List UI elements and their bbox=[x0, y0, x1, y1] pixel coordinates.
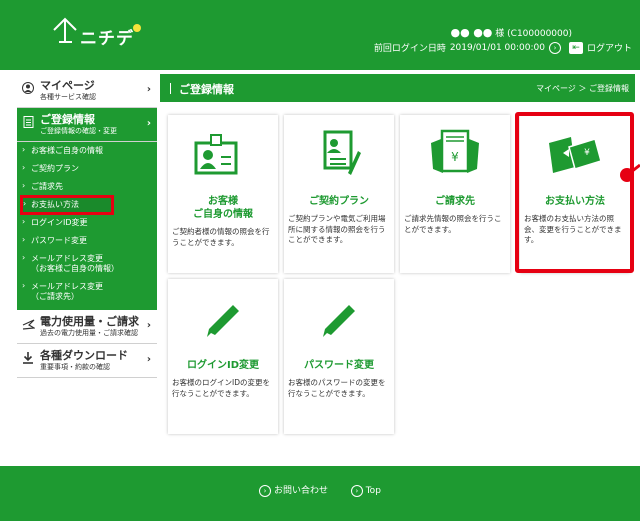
customer-id: (C100000000) bbox=[507, 29, 572, 39]
logout-icon[interactable]: ⇤ bbox=[568, 41, 583, 54]
lightning-icon bbox=[21, 317, 35, 331]
sidebar-item-password[interactable]: パスワード変更 bbox=[17, 232, 157, 250]
chevron-right-icon: › bbox=[146, 354, 151, 365]
svg-text:¥: ¥ bbox=[451, 150, 459, 164]
sidebar-usage-title: 電力使用量・ご請求 bbox=[40, 315, 139, 328]
sidebar-item-login-id[interactable]: ログインID変更 bbox=[17, 214, 157, 232]
logo-dot-icon bbox=[133, 24, 141, 32]
contract-document-icon bbox=[284, 115, 394, 195]
sidebar-registration-title: ご登録情報 bbox=[40, 113, 95, 126]
invoice-icon: ¥ bbox=[400, 115, 510, 195]
sidebar-registration-sub: ご登録情報の確認・変更 bbox=[40, 127, 117, 135]
card-description: ご請求先情報の照会を行うことができます。 bbox=[404, 214, 502, 234]
pencil-icon bbox=[168, 279, 278, 359]
house-logo-icon bbox=[53, 17, 77, 43]
sidebar-submenu: お客様ご自身の情報 ご契約プラン ご請求先 お支払い方法 ログインID変更 パス… bbox=[17, 142, 157, 310]
logout-button[interactable]: ログアウト bbox=[587, 41, 632, 54]
document-icon bbox=[21, 115, 35, 129]
card-description: お客様のログインIDの変更を行なうことができます。 bbox=[172, 378, 270, 398]
sidebar-item-usage[interactable]: 電力使用量・ご請求 過去の電力使用量・ご請求確認 › bbox=[17, 310, 157, 344]
last-login-time: 2019/01/01 00:00:00 bbox=[449, 42, 545, 53]
footer-contact-label: お問い合わせ bbox=[273, 486, 328, 496]
card-title: ご請求先 bbox=[435, 196, 475, 207]
card-description: ご契約者様の情報の照会を行うことができます。 bbox=[172, 227, 270, 247]
card-login-id-change[interactable]: ログインID変更 お客様のログインIDの変更を行なうことができます。 bbox=[168, 279, 278, 434]
footer: › お問い合わせ › Top bbox=[0, 466, 640, 521]
sidebar-download-title: 各種ダウンロード bbox=[40, 349, 128, 362]
footer-link-top[interactable]: › Top bbox=[350, 485, 381, 497]
sidebar-item-mypage[interactable]: マイページ 各種サービス確認 › bbox=[17, 74, 157, 108]
page-title-bar: ご登録情報 マイページ ＞ ご登録情報 bbox=[160, 74, 635, 102]
chevron-right-icon: › bbox=[350, 485, 363, 497]
user-name: ●● ●● bbox=[450, 26, 493, 39]
user-suffix: 様 bbox=[495, 29, 505, 39]
chevron-right-icon: › bbox=[259, 485, 272, 497]
breadcrumb[interactable]: マイページ ＞ ご登録情報 bbox=[536, 83, 629, 94]
header: ニチデ ●● ●● 様 (C100000000) 前回ログイン日時 2019/0… bbox=[0, 0, 640, 70]
sidebar-item-email-customer[interactable]: メールアドレス変更 （お客様ご自身の情報） bbox=[17, 250, 157, 278]
chevron-right-icon[interactable]: › bbox=[548, 41, 561, 54]
card-title: お客様 ご自身の情報 bbox=[193, 196, 253, 220]
card-customer-info[interactable]: お客様 ご自身の情報 ご契約者様の情報の照会を行うことができます。 bbox=[168, 115, 278, 273]
sidebar-item-download[interactable]: 各種ダウンロード 重要事項・約款の確認 › bbox=[17, 344, 157, 378]
last-login: 前回ログイン日時 2019/01/01 00:00:00 › ⇤ ログアウト bbox=[374, 41, 632, 54]
chevron-right-icon: › bbox=[146, 84, 151, 95]
card-title: ログインID変更 bbox=[186, 360, 260, 371]
pencil-icon bbox=[284, 279, 394, 359]
sidebar-mypage-sub: 各種サービス確認 bbox=[40, 93, 96, 101]
chevron-right-icon: › bbox=[146, 320, 151, 331]
sidebar-item-payment-method[interactable]: お支払い方法 bbox=[20, 195, 114, 215]
chevron-right-icon: › bbox=[146, 118, 151, 129]
sidebar-mypage-title: マイページ bbox=[40, 79, 95, 92]
sidebar-download-sub: 重要事項・約款の確認 bbox=[40, 363, 110, 371]
sidebar-item-contract-plan[interactable]: ご契約プラン bbox=[17, 160, 157, 178]
last-login-label: 前回ログイン日時 bbox=[373, 44, 446, 54]
footer-link-contact[interactable]: › お問い合わせ bbox=[259, 485, 331, 497]
sidebar-item-billing[interactable]: ご請求先 bbox=[17, 178, 157, 196]
card-title: ご契約プラン bbox=[309, 196, 369, 207]
sidebar-item-email-billing[interactable]: メールアドレス変更 （ご請求先） bbox=[17, 278, 157, 306]
card-password-change[interactable]: パスワード変更 お客様のパスワードの変更を行なうことができます。 bbox=[284, 279, 394, 434]
card-contract-plan[interactable]: ご契約プラン ご契約プランや電気ご利用場所に関する情報の照会を行うことができます… bbox=[284, 115, 394, 273]
footer-top-label: Top bbox=[365, 486, 381, 496]
main-content: ご登録情報 マイページ ＞ ご登録情報 お客様 ご自身の情報 ご契約者様の情報の… bbox=[160, 74, 640, 450]
logo-text: ニチデ bbox=[80, 29, 134, 49]
highlight-box bbox=[515, 112, 634, 273]
card-billing[interactable]: ¥ ご請求先 ご請求先情報の照会を行うことができます。 bbox=[400, 115, 510, 273]
card-description: ご契約プランや電気ご利用場所に関する情報の照会を行うことができます。 bbox=[288, 214, 386, 244]
user-circle-icon bbox=[21, 81, 35, 95]
card-description: お客様のパスワードの変更を行なうことができます。 bbox=[288, 378, 386, 398]
id-card-icon bbox=[168, 115, 278, 195]
user-info: ●● ●● 様 (C100000000) bbox=[451, 26, 573, 39]
footer-links: › お問い合わせ › Top bbox=[0, 483, 640, 497]
logo[interactable]: ニチデ bbox=[52, 16, 152, 49]
sidebar-item-customer-info[interactable]: お客様ご自身の情報 bbox=[17, 142, 157, 160]
card-title: パスワード変更 bbox=[304, 360, 374, 371]
sidebar-usage-sub: 過去の電力使用量・ご請求確認 bbox=[40, 329, 138, 337]
download-icon bbox=[21, 351, 35, 365]
sidebar: マイページ 各種サービス確認 › ご登録情報 ご登録情報の確認・変更 › お客様… bbox=[17, 74, 157, 378]
sidebar-item-registration[interactable]: ご登録情報 ご登録情報の確認・変更 › bbox=[17, 108, 157, 142]
page-title: ご登録情報 bbox=[170, 81, 234, 97]
pointer-icon bbox=[620, 163, 640, 182]
